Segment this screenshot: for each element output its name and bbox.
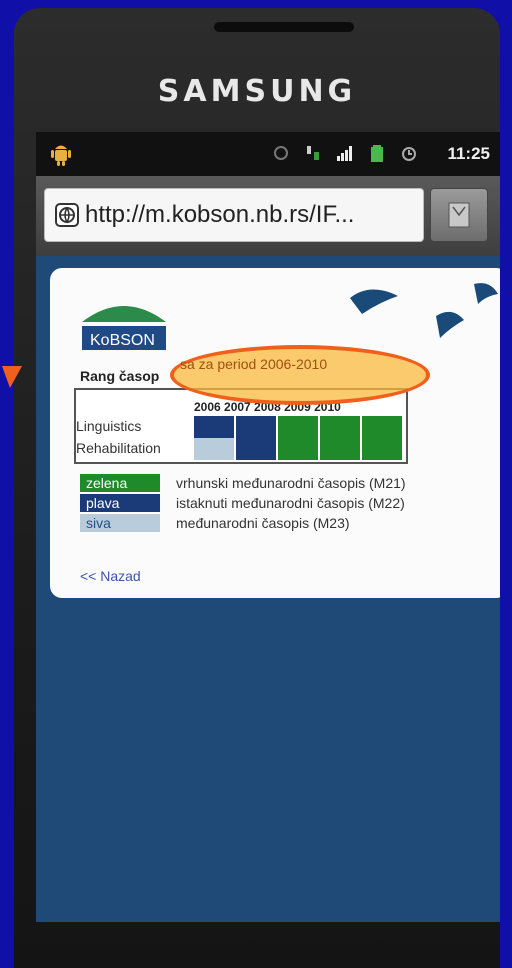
kobson-logo: KoBSON xyxy=(82,306,166,350)
legend-swatch: plava xyxy=(80,494,160,512)
rank-cell xyxy=(320,438,360,460)
status-icons xyxy=(272,144,418,162)
logo-text: KoBSON xyxy=(90,332,155,349)
highlight-annotation: sa za period 2006-2010 xyxy=(170,345,430,405)
umbrella-decoration xyxy=(350,283,498,338)
bookmark-icon xyxy=(448,202,470,228)
device-brand: SAMSUNG xyxy=(157,74,357,109)
phone-speaker xyxy=(214,22,354,32)
rank-title-prefix: Rang časop xyxy=(80,368,160,384)
rank-title: Rang časop xyxy=(80,368,159,384)
rank-cell xyxy=(194,416,234,438)
rank-title-highlight: sa za period 2006-2010 xyxy=(180,356,328,372)
rank-cell xyxy=(194,438,234,460)
url-input[interactable]: http://m.kobson.nb.rs/IF... xyxy=(44,188,424,242)
rank-cell xyxy=(362,416,402,438)
battery-icon xyxy=(371,145,383,162)
legend-description: međunarodni časopis (M23) xyxy=(176,515,350,531)
rank-cell xyxy=(236,416,276,438)
signal-icon xyxy=(337,146,352,161)
legend-description: vrhunski međunarodni časopis (M21) xyxy=(176,475,406,491)
legend-description: istaknuti međunarodni časopis (M22) xyxy=(176,495,405,511)
url-text: http://m.kobson.nb.rs/IF... xyxy=(85,201,355,228)
back-link[interactable]: << Nazad xyxy=(80,568,141,584)
rank-cell xyxy=(320,416,360,438)
download-icon xyxy=(307,146,319,160)
phone-frame: SAMSUNG 11:25 http://m.kobson.nb.rs/IF..… xyxy=(14,8,500,968)
status-clock: 11:25 xyxy=(447,144,490,163)
web-page-card: KoBSON 2006 2007 2008 2009 2010 Linguist… xyxy=(50,268,500,598)
globe-icon xyxy=(55,203,79,227)
rank-cell xyxy=(236,438,276,460)
browser-toolbar: http://m.kobson.nb.rs/IF... xyxy=(36,176,500,256)
legend-swatch: siva xyxy=(80,514,160,532)
sync-icon xyxy=(274,146,288,160)
rank-cell xyxy=(278,438,318,460)
phone-screen: 11:25 http://m.kobson.nb.rs/IF... KoBSON… xyxy=(36,132,500,922)
legend-swatch: zelena xyxy=(80,474,160,492)
pointer-arrow-icon xyxy=(2,366,22,388)
alarm-icon xyxy=(402,147,416,161)
row-label-linguistics: Linguistics xyxy=(76,418,142,434)
rank-cell xyxy=(362,438,402,460)
status-bar: 11:25 xyxy=(36,132,500,176)
android-icon xyxy=(51,145,71,166)
row-label-rehabilitation: Rehabilitation xyxy=(76,440,161,456)
rank-cell xyxy=(278,416,318,438)
bookmark-button[interactable] xyxy=(430,188,488,242)
